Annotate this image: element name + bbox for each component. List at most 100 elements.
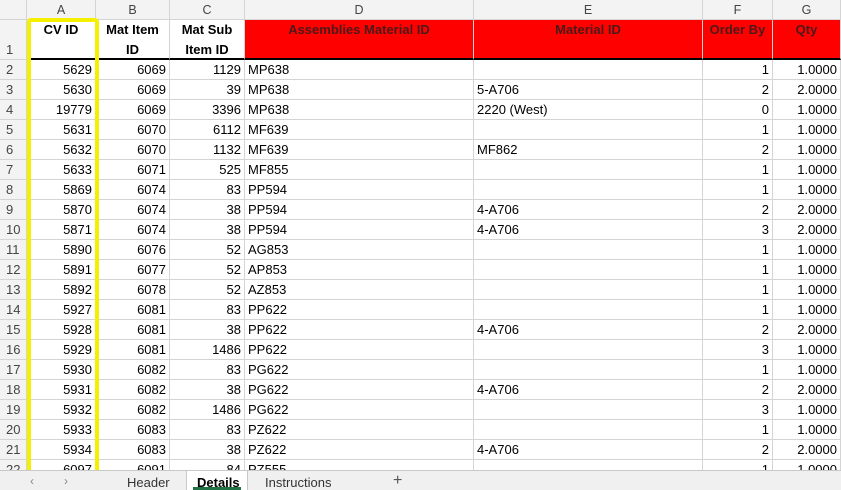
header-order-by[interactable]: Order By xyxy=(703,20,773,60)
row-number[interactable]: 16 xyxy=(0,340,27,360)
cell-material-id[interactable] xyxy=(474,300,703,320)
cell-qty[interactable]: 1.0000 xyxy=(773,340,841,360)
cell-order-by[interactable]: 1 xyxy=(703,420,773,440)
cell-mat-item-id[interactable]: 6074 xyxy=(96,180,170,200)
header-mat-sub-item-id[interactable]: Mat Sub Item ID xyxy=(170,20,245,60)
cell-cv-id[interactable]: 5929 xyxy=(27,340,96,360)
cell-order-by[interactable]: 1 xyxy=(703,280,773,300)
cell-cv-id[interactable]: 5933 xyxy=(27,420,96,440)
cell-assemblies-material-id[interactable]: MP638 xyxy=(245,80,474,100)
cell-material-id[interactable] xyxy=(474,260,703,280)
cell-cv-id[interactable]: 5930 xyxy=(27,360,96,380)
row-number[interactable]: 3 xyxy=(0,80,27,100)
cell-mat-item-id[interactable]: 6070 xyxy=(96,120,170,140)
cell-material-id[interactable]: 4-A706 xyxy=(474,440,703,460)
cell-qty[interactable]: 1.0000 xyxy=(773,180,841,200)
cell-mat-item-id[interactable]: 6082 xyxy=(96,360,170,380)
cell-cv-id[interactable]: 5891 xyxy=(27,260,96,280)
cell-material-id[interactable] xyxy=(474,420,703,440)
cell-mat-sub-item-id[interactable]: 1132 xyxy=(170,140,245,160)
row-number[interactable]: 5 xyxy=(0,120,27,140)
cell-mat-item-id[interactable]: 6091 xyxy=(96,460,170,470)
cell-assemblies-material-id[interactable]: MF639 xyxy=(245,140,474,160)
cell-assemblies-material-id[interactable]: PZ622 xyxy=(245,420,474,440)
cell-mat-sub-item-id[interactable]: 39 xyxy=(170,80,245,100)
cell-qty[interactable]: 1.0000 xyxy=(773,280,841,300)
cell-mat-item-id[interactable]: 6078 xyxy=(96,280,170,300)
cell-material-id[interactable] xyxy=(474,400,703,420)
next-sheet-icon[interactable]: › xyxy=(64,474,68,488)
row-number[interactable]: 22 xyxy=(0,460,27,470)
cell-assemblies-material-id[interactable]: PP622 xyxy=(245,340,474,360)
cell-qty[interactable]: 1.0000 xyxy=(773,240,841,260)
cell-mat-sub-item-id[interactable]: 38 xyxy=(170,320,245,340)
cell-mat-item-id[interactable]: 6081 xyxy=(96,340,170,360)
spreadsheet-grid[interactable]: A B C D E F G 1 CV ID Mat Item ID Mat Su… xyxy=(0,0,841,470)
cell-mat-sub-item-id[interactable]: 84 xyxy=(170,460,245,470)
cell-order-by[interactable]: 1 xyxy=(703,240,773,260)
cell-mat-sub-item-id[interactable]: 52 xyxy=(170,260,245,280)
cell-mat-item-id[interactable]: 6077 xyxy=(96,260,170,280)
cell-order-by[interactable]: 1 xyxy=(703,180,773,200)
header-material-id[interactable]: Material ID xyxy=(474,20,703,60)
prev-sheet-icon[interactable]: ‹ xyxy=(30,474,34,488)
cell-assemblies-material-id[interactable]: PP622 xyxy=(245,320,474,340)
cell-mat-sub-item-id[interactable]: 38 xyxy=(170,440,245,460)
cell-cv-id[interactable]: 5631 xyxy=(27,120,96,140)
cell-qty[interactable]: 1.0000 xyxy=(773,300,841,320)
cell-mat-sub-item-id[interactable]: 1486 xyxy=(170,340,245,360)
cell-qty[interactable]: 2.0000 xyxy=(773,440,841,460)
cell-cv-id[interactable]: 5870 xyxy=(27,200,96,220)
row-number[interactable]: 19 xyxy=(0,400,27,420)
cell-assemblies-material-id[interactable]: PZ622 xyxy=(245,440,474,460)
cell-assemblies-material-id[interactable]: AG853 xyxy=(245,240,474,260)
cell-qty[interactable]: 1.0000 xyxy=(773,400,841,420)
cell-material-id[interactable] xyxy=(474,60,703,80)
cell-material-id[interactable]: 4-A706 xyxy=(474,200,703,220)
cell-cv-id[interactable]: 5629 xyxy=(27,60,96,80)
cell-mat-item-id[interactable]: 6081 xyxy=(96,300,170,320)
cell-mat-sub-item-id[interactable]: 38 xyxy=(170,380,245,400)
cell-qty[interactable]: 2.0000 xyxy=(773,380,841,400)
column-header-c[interactable]: C xyxy=(170,0,245,20)
cell-qty[interactable]: 1.0000 xyxy=(773,260,841,280)
row-number[interactable]: 6 xyxy=(0,140,27,160)
cell-mat-sub-item-id[interactable]: 38 xyxy=(170,220,245,240)
cell-mat-sub-item-id[interactable]: 83 xyxy=(170,300,245,320)
header-cv-id[interactable]: CV ID xyxy=(27,20,96,60)
cell-mat-item-id[interactable]: 6081 xyxy=(96,320,170,340)
add-sheet-icon[interactable]: + xyxy=(393,472,402,490)
cell-assemblies-material-id[interactable]: PP594 xyxy=(245,180,474,200)
cell-order-by[interactable]: 0 xyxy=(703,100,773,120)
cell-mat-sub-item-id[interactable]: 83 xyxy=(170,180,245,200)
cell-cv-id[interactable]: 5633 xyxy=(27,160,96,180)
cell-cv-id[interactable]: 5934 xyxy=(27,440,96,460)
cell-material-id[interactable] xyxy=(474,240,703,260)
cell-mat-item-id[interactable]: 6083 xyxy=(96,420,170,440)
cell-mat-sub-item-id[interactable]: 83 xyxy=(170,420,245,440)
cell-order-by[interactable]: 1 xyxy=(703,120,773,140)
header-mat-item-id[interactable]: Mat Item ID xyxy=(96,20,170,60)
row-number[interactable]: 13 xyxy=(0,280,27,300)
cell-material-id[interactable] xyxy=(474,120,703,140)
cell-material-id[interactable] xyxy=(474,460,703,470)
cell-cv-id[interactable]: 5890 xyxy=(27,240,96,260)
cell-mat-sub-item-id[interactable]: 6112 xyxy=(170,120,245,140)
cell-cv-id[interactable]: 5892 xyxy=(27,280,96,300)
cell-order-by[interactable]: 2 xyxy=(703,320,773,340)
cell-qty[interactable]: 1.0000 xyxy=(773,160,841,180)
tab-instructions[interactable]: Instructions xyxy=(250,471,354,490)
cell-cv-id[interactable]: 5632 xyxy=(27,140,96,160)
cell-assemblies-material-id[interactable]: PZ555 xyxy=(245,460,474,470)
column-header-b[interactable]: B xyxy=(96,0,170,20)
cell-qty[interactable]: 2.0000 xyxy=(773,320,841,340)
cell-mat-item-id[interactable]: 6071 xyxy=(96,160,170,180)
row-number[interactable]: 14 xyxy=(0,300,27,320)
cell-cv-id[interactable]: 5931 xyxy=(27,380,96,400)
cell-order-by[interactable]: 1 xyxy=(703,460,773,470)
cell-assemblies-material-id[interactable]: AZ853 xyxy=(245,280,474,300)
row-number[interactable]: 2 xyxy=(0,60,27,80)
cell-mat-item-id[interactable]: 6083 xyxy=(96,440,170,460)
cell-assemblies-material-id[interactable]: MF639 xyxy=(245,120,474,140)
cell-assemblies-material-id[interactable]: AP853 xyxy=(245,260,474,280)
